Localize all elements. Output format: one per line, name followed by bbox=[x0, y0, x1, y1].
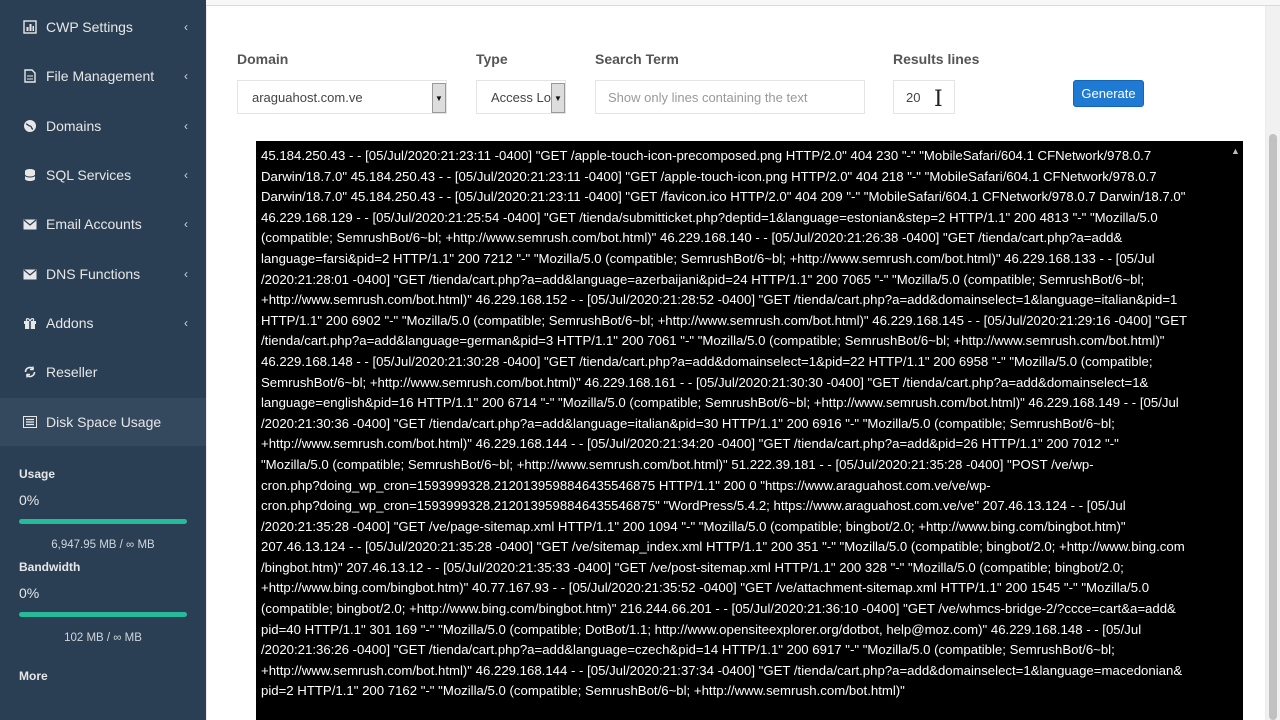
text-cursor-icon: I bbox=[934, 87, 943, 112]
sidebar-item-domains[interactable]: Domains ‹ bbox=[0, 102, 206, 150]
domain-select-value: araguahost.com.ve bbox=[252, 89, 363, 105]
log-line: 45.184.250.43 - - [05/Jul/2020:21:23:11 … bbox=[261, 148, 1152, 163]
sidebar-item-cwp-settings[interactable]: CWP Settings ‹ bbox=[0, 3, 206, 51]
log-line: +http://www.semrush.com/bot.html)" 46.22… bbox=[261, 662, 1183, 678]
sidebar-item-label: Reseller bbox=[46, 364, 98, 380]
sidebar-item-label: Disk Space Usage bbox=[46, 414, 162, 430]
scrollbar-thumb[interactable] bbox=[1269, 134, 1277, 720]
usage-percent: 0% bbox=[19, 492, 40, 508]
usage-title: Usage bbox=[19, 467, 56, 481]
more-link[interactable]: More bbox=[19, 669, 48, 683]
bandwidth-progress-bar bbox=[19, 612, 187, 617]
database-icon bbox=[22, 167, 38, 183]
envelope-icon bbox=[22, 216, 38, 232]
log-line: 46.229.168.129 - - [05/Jul/2020:21:25:54… bbox=[261, 209, 1158, 225]
sidebar-item-sql-services[interactable]: SQL Services ‹ bbox=[0, 151, 206, 199]
log-line: /2020:21:36:26 -0400] "GET /tienda/cart.… bbox=[261, 642, 1115, 658]
sidebar-item-reseller[interactable]: Reseller bbox=[0, 348, 206, 396]
chevron-left-icon: ‹ bbox=[184, 217, 188, 231]
sidebar-item-label: File Management bbox=[46, 68, 155, 84]
scroll-up-icon[interactable]: ▲ bbox=[1231, 146, 1240, 156]
log-line: language=english&pid=16 HTTP/1.1" 200 67… bbox=[261, 395, 1179, 411]
log-line: +http://www.bing.com/bingbot.htm)" 40.77… bbox=[261, 580, 1150, 596]
sidebar-item-label: SQL Services bbox=[46, 167, 132, 183]
log-line: /2020:21:35:28 -0400] "GET /ve/page-site… bbox=[261, 518, 1126, 534]
log-line: cron.php?doing_wp_cron=1593999328.212013… bbox=[261, 498, 1126, 514]
bandwidth-title: Bandwidth bbox=[19, 560, 81, 574]
file-icon bbox=[22, 68, 38, 84]
chevron-left-icon: ‹ bbox=[184, 20, 188, 34]
log-line: /2020:21:30:36 -0400] "GET /tienda/cart.… bbox=[261, 415, 1115, 431]
sidebar-item-dns-functions[interactable]: DNS Functions ‹ bbox=[0, 250, 206, 298]
sidebar-item-label: DNS Functions bbox=[46, 266, 141, 282]
page-scrollbar[interactable] bbox=[1266, 6, 1280, 720]
log-line: (compatible; SemrushBot/6~bl; +http://ww… bbox=[261, 230, 1123, 246]
usage-progress-fill bbox=[19, 519, 187, 524]
bandwidth-progress-fill bbox=[19, 612, 187, 617]
results-lines-label: Results lines bbox=[893, 51, 980, 67]
search-input[interactable]: Show only lines containing the text bbox=[595, 80, 865, 114]
log-line: "Mozilla/5.0 (compatible; SemrushBot/6~b… bbox=[261, 456, 1094, 472]
chart-icon bbox=[22, 19, 38, 35]
search-term-label: Search Term bbox=[595, 51, 679, 67]
results-lines-input[interactable]: 20 bbox=[893, 80, 955, 114]
type-label: Type bbox=[476, 51, 508, 67]
list-icon bbox=[22, 414, 38, 430]
sidebar-item-label: Addons bbox=[46, 315, 94, 331]
sidebar-item-label: Domains bbox=[46, 118, 102, 134]
log-line: HTTP/1.1" 200 6902 "-" "Mozilla/5.0 (com… bbox=[261, 312, 1188, 328]
sidebar-item-disk-space-usage[interactable]: Disk Space Usage bbox=[0, 398, 206, 446]
sidebar-item-file-management[interactable]: File Management ‹ bbox=[0, 52, 206, 100]
log-line: Darwin/18.7.0" 45.184.250.43 - - [05/Jul… bbox=[261, 168, 1157, 184]
log-line: 207.46.13.124 - - [05/Jul/2020:21:35:28 … bbox=[261, 539, 1185, 555]
log-line: +http://www.semrush.com/bot.html)" 46.22… bbox=[261, 292, 1178, 308]
refresh-icon bbox=[22, 364, 38, 380]
log-line: (compatible; bingbot/2.0; +http://www.bi… bbox=[261, 601, 1176, 617]
envelope-icon bbox=[22, 266, 38, 282]
bandwidth-percent: 0% bbox=[19, 585, 40, 601]
domain-select[interactable]: araguahost.com.ve ▼ bbox=[237, 80, 447, 114]
chevron-left-icon: ‹ bbox=[184, 119, 188, 133]
log-line: /bingbot.htm)" 207.46.13.12 - - [05/Jul/… bbox=[261, 559, 1124, 575]
usage-amount: 6,947.95 MB / ∞ MB bbox=[51, 539, 155, 551]
chevron-left-icon: ‹ bbox=[184, 69, 188, 83]
log-line: Darwin/18.7.0" 45.184.250.43 - - [05/Jul… bbox=[261, 189, 1186, 205]
log-line: /tienda/cart.php?a=add&language=german&p… bbox=[261, 333, 1165, 349]
log-line: pid=40 HTTP/1.1" 301 169 "-" "Mozilla/5.… bbox=[261, 621, 1142, 637]
sidebar-item-addons[interactable]: Addons ‹ bbox=[0, 299, 206, 347]
log-line: pid=2 HTTP/1.1" 200 7162 "-" "Mozilla/5.… bbox=[261, 683, 905, 699]
sidebar-item-label: Email Accounts bbox=[46, 216, 142, 232]
chevron-left-icon: ‹ bbox=[184, 316, 188, 330]
sidebar-item-email-accounts[interactable]: Email Accounts ‹ bbox=[0, 200, 206, 248]
log-line: 46.229.168.148 - - [05/Jul/2020:21:30:28… bbox=[261, 353, 1153, 369]
globe-icon bbox=[22, 118, 38, 134]
dropdown-arrow-icon: ▼ bbox=[551, 83, 565, 113]
domain-label: Domain bbox=[237, 51, 289, 67]
log-line: language=farsi&pid=2 HTTP/1.1" 200 7212 … bbox=[261, 250, 1155, 266]
log-line: cron.php?doing_wp_cron=1593999328.212013… bbox=[261, 477, 991, 493]
generate-button[interactable]: Generate bbox=[1073, 80, 1144, 107]
log-output[interactable]: 45.184.250.43 - - [05/Jul/2020:21:23:11 … bbox=[256, 141, 1243, 720]
sidebar: CWP Settings ‹ File Management ‹ Domains… bbox=[0, 0, 206, 720]
gift-icon bbox=[22, 315, 38, 331]
type-select-value: Access Log bbox=[491, 89, 559, 105]
bandwidth-amount: 102 MB / ∞ MB bbox=[64, 632, 142, 644]
log-line: SemrushBot/6~bl; +http://www.semrush.com… bbox=[261, 374, 1149, 390]
log-line: +http://www.semrush.com/bot.html)" 46.22… bbox=[261, 436, 1119, 452]
usage-progress-bar bbox=[19, 519, 187, 524]
chevron-left-icon: ‹ bbox=[184, 168, 188, 182]
sidebar-item-label: CWP Settings bbox=[46, 19, 133, 35]
log-line: /2020:21:28:01 -0400] "GET /tienda/cart.… bbox=[261, 271, 1145, 287]
main-panel: Domain Type Search Term Results lines ar… bbox=[207, 6, 1265, 720]
chevron-left-icon: ‹ bbox=[184, 267, 188, 281]
dropdown-arrow-icon: ▼ bbox=[432, 83, 446, 113]
type-select[interactable]: Access Log ▼ bbox=[476, 80, 566, 114]
